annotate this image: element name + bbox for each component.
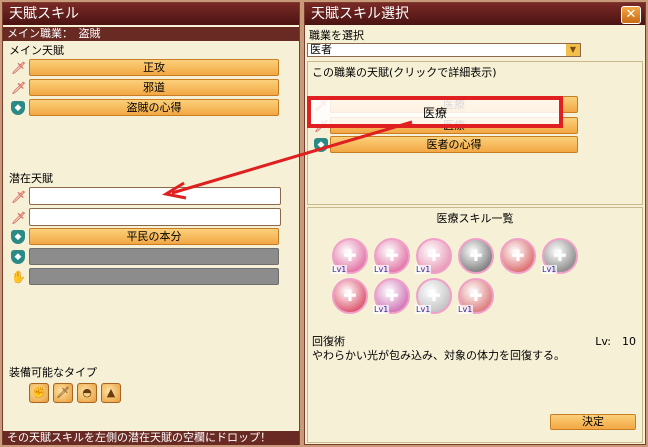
shield-icon: ◆ — [314, 138, 328, 152]
skull-icon[interactable]: ✚ — [458, 238, 494, 274]
skill-level-badge: Lv1 — [373, 305, 390, 314]
main-talent-label: メイン天賦 — [9, 44, 64, 57]
latent-talent-slot-1[interactable] — [29, 187, 281, 205]
latent-talent-slot-3[interactable]: 平民の本分 — [29, 228, 279, 245]
close-button[interactable]: ✕ — [621, 6, 641, 24]
footer-hint: その天賦スキルを左側の潜在天賦の空欄にドロップ！ — [3, 431, 299, 445]
talent-list-header: この職業の天賦(クリックで詳細表示) — [312, 66, 497, 79]
skill-level-badge: Lv1 — [457, 305, 474, 314]
sword-icon: 🗡 — [314, 98, 330, 112]
job-talent-panel: この職業の天賦(クリックで詳細表示) 🗡 医療 🗡 医療 ◆ 医者の心得 — [307, 61, 643, 205]
talent-panel: 天賦スキル メイン職業： 盗賊 メイン天賦 🗡 正攻 🗡 邪道 ◆ 盗賊の心得 … — [2, 2, 300, 445]
main-job-bar: メイン職業： 盗賊 — [3, 27, 299, 41]
sword-icon: 🗡 — [11, 211, 27, 225]
sword-icon: 🗡 — [11, 190, 27, 204]
job-select-value: 医者 — [310, 43, 332, 56]
medkit-icon[interactable]: ✚ — [332, 278, 368, 314]
heal-cross-2-icon[interactable]: ✚ Lv1 — [373, 238, 410, 274]
equip-type-label: 装備可能なタイプ — [9, 366, 97, 379]
main-talent-slot-3[interactable]: 盗賊の心得 — [29, 99, 279, 116]
skill-list-panel: 医療スキル一覧 ✚ Lv1 ✚ Lv1 ✚ Lv1 ✚ ✚ ✚ Lv1 ✚ ✚ Lv1 ✚ Lv1 ✚ Lv1 … — [307, 207, 643, 443]
skill-level-badge: Lv1 — [415, 265, 432, 274]
job-talent-2[interactable]: 医療 — [330, 117, 578, 134]
sword-icon: 🗡 — [314, 119, 330, 133]
skill-level-badge: Lv1 — [415, 305, 432, 314]
chevron-down-icon[interactable]: ▼ — [566, 44, 580, 56]
latent-talent-slot-2[interactable] — [29, 208, 281, 226]
heal-cross-icon[interactable]: ✚ Lv1 — [331, 238, 368, 274]
cure-icon[interactable]: ✚ Lv1 — [373, 278, 410, 314]
heart-heal-icon[interactable]: ✚ Lv1 — [415, 238, 452, 274]
skill-name: 回復術 — [312, 335, 345, 348]
fist-icon: ✊ — [29, 383, 49, 403]
skill-description: やわらかい光が包み込み、対象の体力を回復する。 — [312, 349, 565, 362]
skill-select-panel: 天賦スキル選択 ✕ 職業を選択 医者 ▼ この職業の天賦(クリックで詳細表示) … — [304, 2, 646, 445]
skill-level-badge: Lv1 — [373, 265, 390, 274]
bandage-icon[interactable]: ✚ Lv1 — [457, 278, 494, 314]
antidote-icon[interactable]: ✚ — [500, 238, 536, 274]
panel-title: 天賦スキル — [3, 3, 299, 25]
skill-level-badge: Lv1 — [331, 265, 348, 274]
revive-icon[interactable]: ✚ Lv1 — [415, 278, 452, 314]
skill-list-title: 医療スキル一覧 — [436, 212, 514, 225]
hand-icon: ✋ — [11, 270, 26, 284]
shield-icon: ◆ — [11, 101, 25, 115]
panel-title: 天賦スキル選択 — [305, 3, 645, 25]
job-talent-1[interactable]: 医療 — [330, 96, 578, 113]
latent-talent-slot-5 — [29, 268, 279, 285]
gauntlet-icon: ▲ — [101, 383, 121, 403]
sword-icon: 🗡 — [11, 61, 27, 75]
skill-level-badge: Lv1 — [541, 265, 558, 274]
job-talent-3[interactable]: 医者の心得 — [330, 136, 578, 153]
syringe-icon[interactable]: ✚ Lv1 — [541, 238, 578, 274]
sword-icon: 🗡 — [11, 81, 27, 95]
main-talent-slot-2[interactable]: 邪道 — [29, 79, 279, 96]
job-select-label: 職業を選択 — [309, 29, 364, 42]
main-talent-slot-1[interactable]: 正攻 — [29, 59, 279, 76]
dagger-icon: 🗡 — [53, 383, 73, 403]
skill-level: Lv: 10 — [595, 335, 636, 348]
shield-icon: ◆ — [11, 230, 25, 244]
shield-type-icon: ◓ — [77, 383, 97, 403]
job-select[interactable]: 医者 ▼ — [307, 43, 581, 57]
shield-icon: ◆ — [11, 250, 25, 264]
latent-talent-label: 潜在天賦 — [9, 172, 53, 185]
latent-talent-slot-4 — [29, 248, 279, 265]
confirm-button[interactable]: 決定 — [550, 414, 636, 430]
